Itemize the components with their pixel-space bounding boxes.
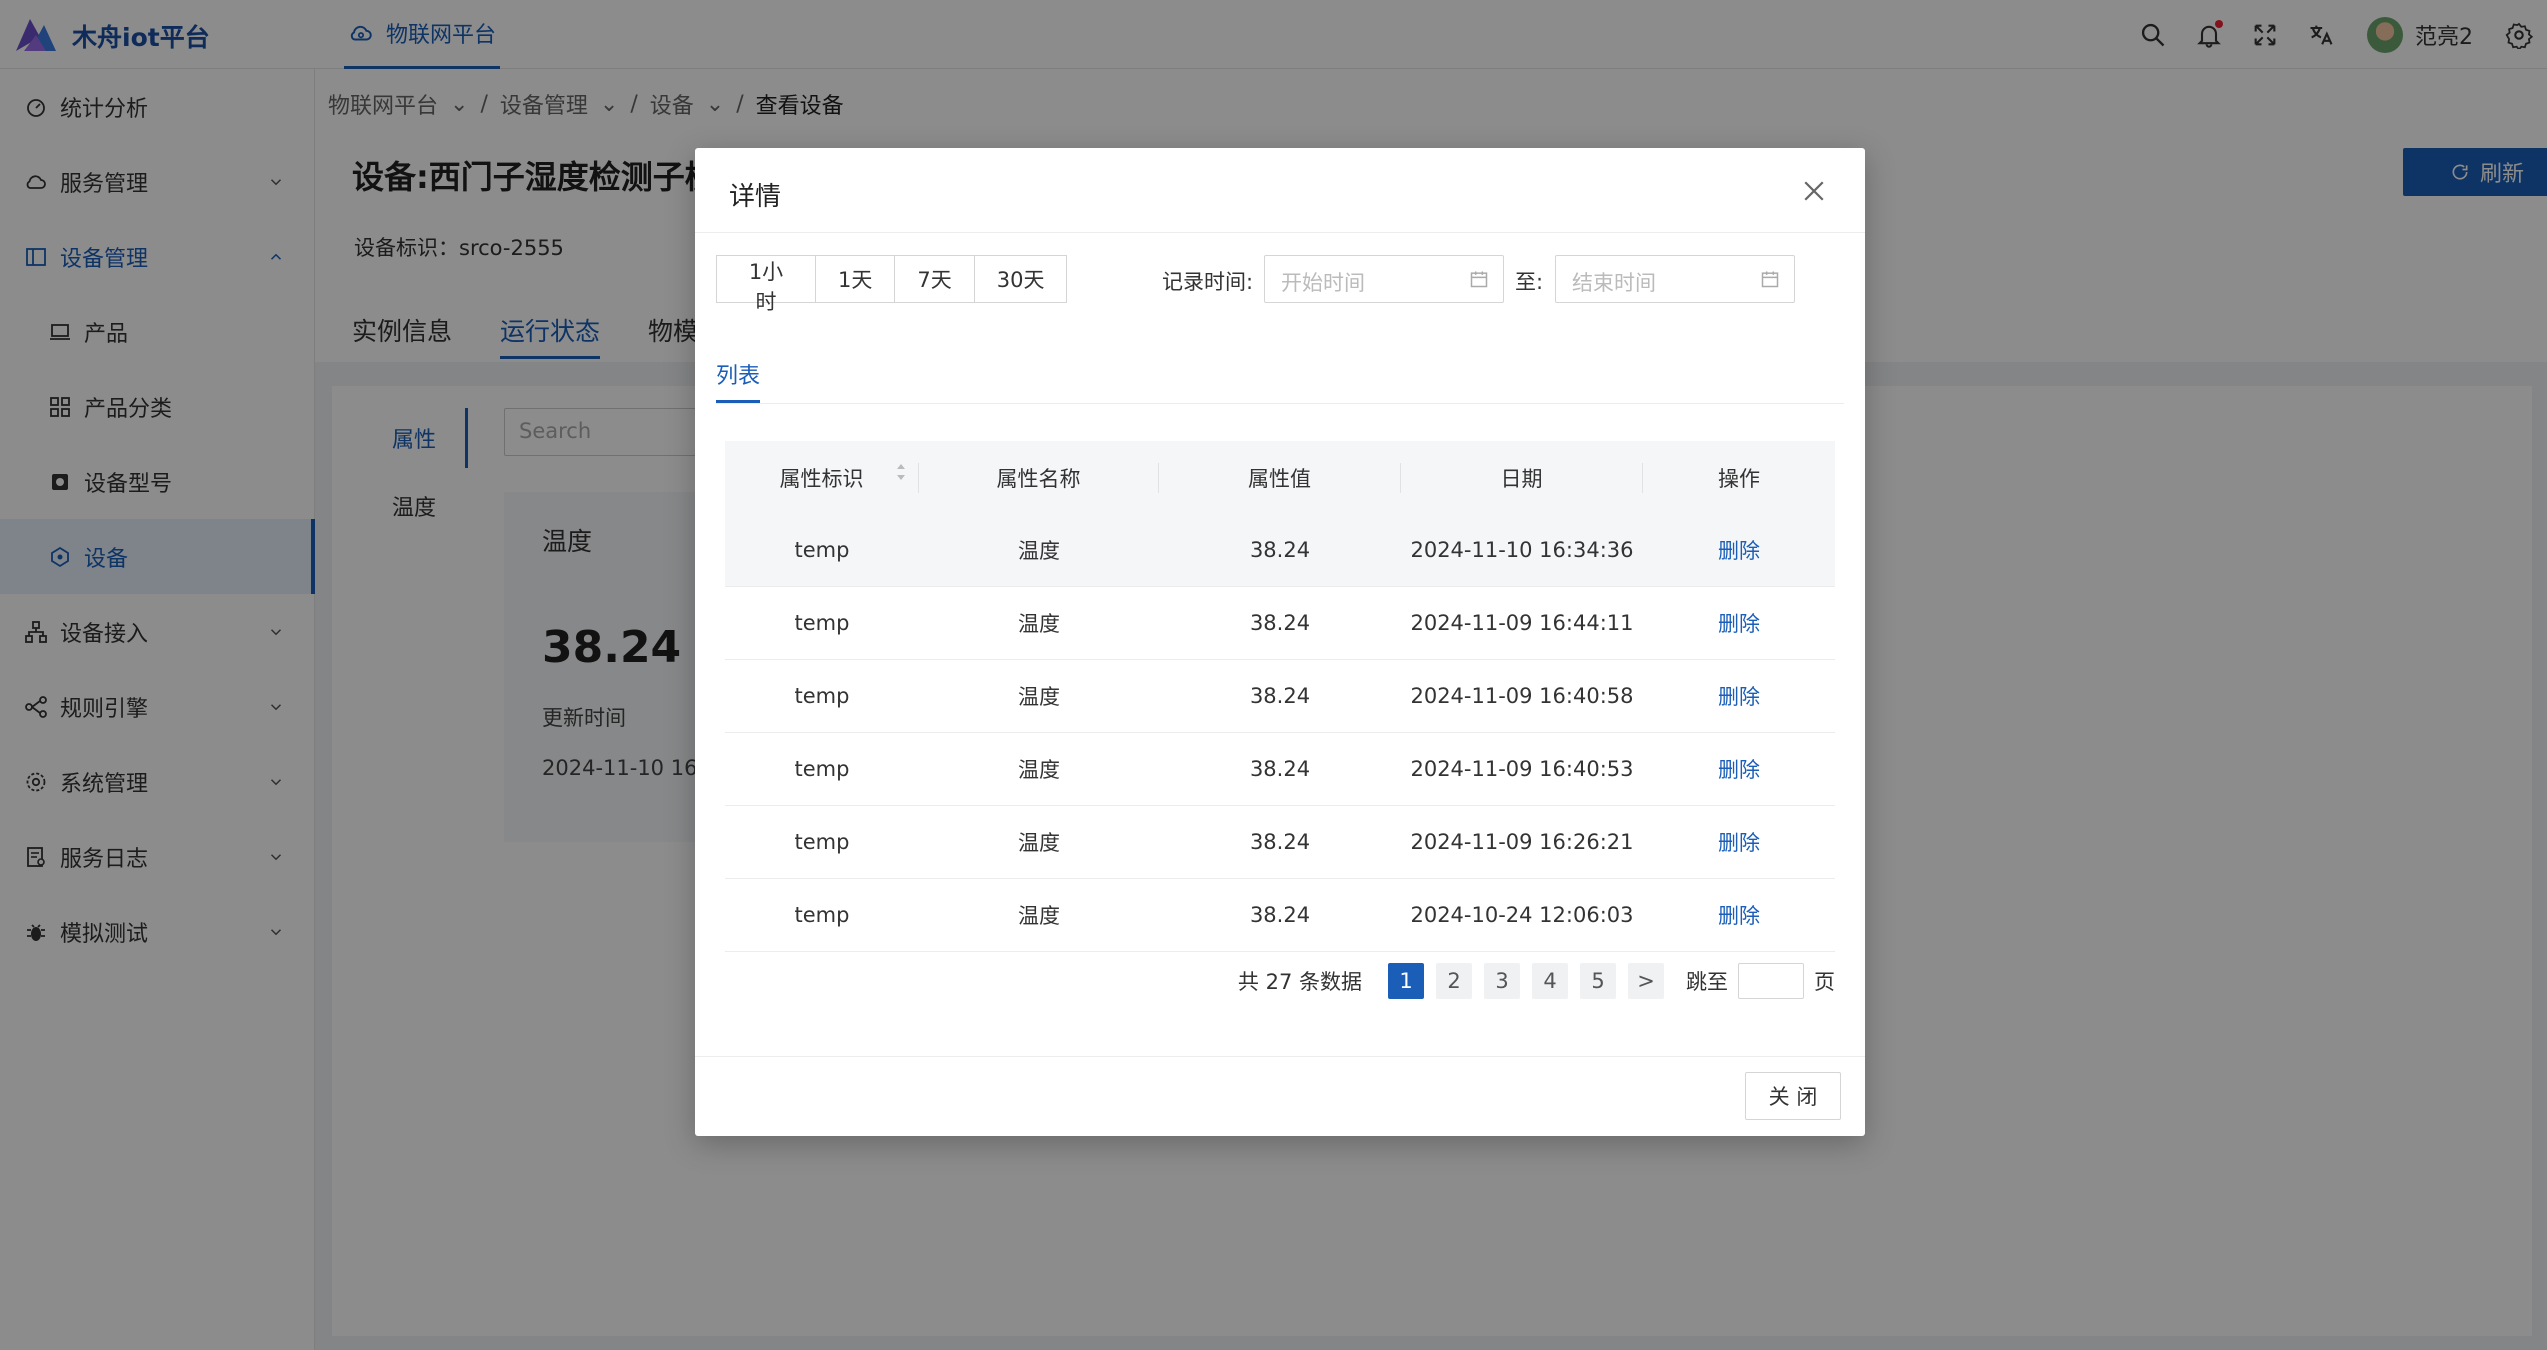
cell-id: temp — [794, 830, 850, 854]
cell-date: 2024-11-09 16:40:53 — [1410, 757, 1634, 781]
to-label: 至: — [1515, 270, 1544, 294]
cell-name: 温度 — [1018, 831, 1060, 855]
cell-name: 温度 — [1018, 685, 1060, 709]
close-icon[interactable] — [1799, 176, 1829, 206]
cell-id: temp — [794, 684, 850, 708]
table-header: 属性标识 属性名称 属性值 日期 操作 — [725, 441, 1835, 514]
cell-date: 2024-10-24 12:06:03 — [1410, 903, 1634, 927]
total-count: 共 27 条数据 — [1237, 970, 1362, 994]
column-header-name: 属性名称 — [919, 462, 1159, 493]
table-row: temp 温度 38.24 2024-10-24 12:06:03 删除 — [725, 879, 1835, 952]
tab-list[interactable]: 列表 — [716, 358, 761, 403]
range-7d-button[interactable]: 7天 — [894, 255, 975, 303]
delete-link[interactable]: 删除 — [1643, 681, 1835, 711]
cell-value: 38.24 — [1249, 830, 1311, 854]
history-table: 属性标识 属性名称 属性值 日期 操作 temp 温度 38.24 2024-1… — [725, 441, 1835, 952]
column-header-value: 属性值 — [1159, 462, 1401, 493]
table-row: temp 温度 38.24 2024-11-09 16:26:21 删除 — [725, 806, 1835, 879]
delete-link[interactable]: 删除 — [1643, 754, 1835, 784]
cell-id: temp — [794, 611, 850, 635]
close-button[interactable]: 关 闭 — [1745, 1072, 1841, 1120]
delete-link[interactable]: 删除 — [1643, 900, 1835, 930]
delete-link[interactable]: 删除 — [1643, 608, 1835, 638]
cell-name: 温度 — [1018, 904, 1060, 928]
column-header-date: 日期 — [1401, 462, 1643, 493]
calendar-icon — [1470, 271, 1488, 288]
cell-name: 温度 — [1018, 758, 1060, 782]
end-date-placeholder: 结束时间 — [1572, 271, 1656, 295]
detail-modal: 详情 1小时 1天 7天 30天 记录时间: 开始时间 至: 结束时间 列表 属… — [695, 148, 1865, 1136]
cell-id: temp — [794, 538, 850, 562]
range-1h-button[interactable]: 1小时 — [716, 255, 816, 314]
cell-value: 38.24 — [1249, 611, 1311, 635]
sort-icon[interactable] — [894, 459, 908, 485]
modal-title: 详情 — [729, 182, 782, 212]
column-header-label: 属性标识 — [779, 466, 864, 491]
cell-name: 温度 — [1018, 612, 1060, 636]
cell-value: 38.24 — [1249, 903, 1311, 927]
start-date-placeholder: 开始时间 — [1281, 271, 1365, 295]
pagination: 共 27 条数据 1 2 3 4 5 > 跳至 页 — [1238, 963, 1835, 999]
page-button[interactable]: 3 — [1484, 963, 1520, 999]
table-row: temp 温度 38.24 2024-11-09 16:44:11 删除 — [725, 587, 1835, 660]
next-page-button[interactable]: > — [1628, 963, 1664, 999]
divider — [695, 232, 1865, 233]
column-header-id[interactable]: 属性标识 — [725, 462, 919, 493]
cell-id: temp — [794, 903, 850, 927]
cell-value: 38.24 — [1249, 684, 1311, 708]
cell-id: temp — [794, 757, 850, 781]
cell-date: 2024-11-09 16:40:58 — [1410, 684, 1634, 708]
cell-date: 2024-11-09 16:26:21 — [1410, 830, 1634, 854]
jump-page-input[interactable] — [1738, 963, 1804, 999]
cell-value: 38.24 — [1249, 538, 1311, 562]
page-suffix-label: 页 — [1814, 970, 1835, 994]
table-row: temp 温度 38.24 2024-11-09 16:40:53 删除 — [725, 733, 1835, 806]
page-button[interactable]: 5 — [1580, 963, 1616, 999]
range-30d-button[interactable]: 30天 — [973, 255, 1068, 303]
start-date-input[interactable]: 开始时间 — [1264, 255, 1504, 303]
cell-value: 38.24 — [1249, 757, 1311, 781]
time-range-group: 1小时 1天 7天 30天 — [716, 255, 1068, 314]
divider — [695, 1056, 1865, 1057]
table-row: temp 温度 38.24 2024-11-09 16:40:58 删除 — [725, 660, 1835, 733]
delete-link[interactable]: 删除 — [1643, 827, 1835, 857]
end-date-input[interactable]: 结束时间 — [1555, 255, 1795, 303]
table-row: temp 温度 38.24 2024-11-10 16:34:36 删除 — [725, 514, 1835, 587]
divider — [716, 403, 1844, 404]
record-time-label: 记录时间: — [1162, 270, 1254, 294]
cell-date: 2024-11-09 16:44:11 — [1410, 611, 1634, 635]
delete-link[interactable]: 删除 — [1643, 535, 1835, 565]
range-1d-button[interactable]: 1天 — [815, 255, 896, 303]
jump-label: 跳至 — [1686, 970, 1728, 994]
column-header-action: 操作 — [1718, 466, 1760, 491]
cell-name: 温度 — [1018, 539, 1060, 563]
page-button[interactable]: 2 — [1436, 963, 1472, 999]
cell-date: 2024-11-10 16:34:36 — [1410, 538, 1634, 562]
page-button[interactable]: 1 — [1388, 963, 1424, 999]
page-button[interactable]: 4 — [1532, 963, 1568, 999]
calendar-icon — [1761, 271, 1779, 288]
